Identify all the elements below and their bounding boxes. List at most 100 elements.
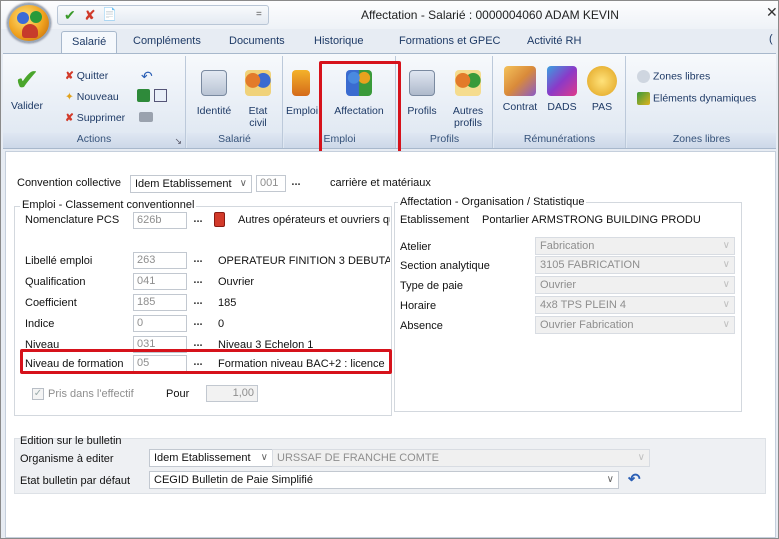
type-paie-label: Type de paie xyxy=(400,280,463,292)
zones-icon xyxy=(637,70,650,83)
profils-button[interactable]: Profils xyxy=(403,70,441,117)
edition-groupbox-title: Edition sur le bulletin xyxy=(20,435,122,447)
valider-button[interactable]: ✔ Valider xyxy=(7,66,47,113)
libelle-emploi-code[interactable]: 263 xyxy=(133,252,187,269)
close-button[interactable]: ✕ xyxy=(766,4,778,21)
pris-effectif-label: Pris dans l'effectif xyxy=(48,388,134,400)
undo-icon[interactable]: ↶ xyxy=(141,68,153,85)
validate-check-icon[interactable]: ✔ xyxy=(64,7,76,24)
highlight-niveau-formation xyxy=(20,349,392,374)
etat-civil-button[interactable]: Etat civil xyxy=(239,70,277,129)
horaire-label: Horaire xyxy=(400,300,437,312)
pcs-label: Nomenclature PCS xyxy=(25,214,120,226)
chevron-down-icon: ∨ xyxy=(722,240,730,251)
dads-button[interactable]: DADS xyxy=(544,66,580,113)
group-salarie: Identité Etat civil Salarié xyxy=(187,56,283,148)
eraser-icon[interactable] xyxy=(139,112,153,122)
cancel-x-icon[interactable]: ✘ xyxy=(84,7,96,24)
group-label-actions: Actions xyxy=(3,133,185,148)
chevron-down-icon: ∨ xyxy=(722,259,730,270)
table-icon[interactable] xyxy=(154,89,167,102)
pcs-code-field[interactable]: 626b xyxy=(133,212,187,229)
red-book-icon[interactable] xyxy=(214,212,225,227)
section-analytique-label: Section analytique xyxy=(400,260,490,272)
contrat-button[interactable]: Contrat xyxy=(500,66,540,113)
coins-icon xyxy=(587,66,617,96)
person-icon-blue xyxy=(17,12,29,24)
organisme-select[interactable]: Idem Etablissement ∨ xyxy=(149,449,273,467)
etablissement-label: Etablissement xyxy=(400,214,470,226)
convention-lookup-button[interactable]: ... xyxy=(288,176,304,193)
qat-dropdown-arrow[interactable]: = xyxy=(256,9,262,20)
section-analytique-select[interactable]: 3105 FABRICATION ∨ xyxy=(535,256,735,274)
tab-historique[interactable]: Historique xyxy=(314,35,364,47)
absence-label: Absence xyxy=(400,320,443,332)
elements-dynamiques-button[interactable]: Eléments dynamiques xyxy=(637,92,756,105)
id-card-icon xyxy=(201,70,227,96)
profile-card-icon xyxy=(409,70,435,96)
pour-label: Pour xyxy=(166,388,190,400)
group-profiles-icon xyxy=(455,70,481,96)
indice-lookup[interactable]: ... xyxy=(190,316,206,333)
etat-bulletin-select[interactable]: CEGID Bulletin de Paie Simplifié ∨ xyxy=(149,471,619,489)
convention-select[interactable]: Idem Etablissement ∨ xyxy=(130,175,252,193)
chevron-down-icon: ∨ xyxy=(239,178,247,189)
dialog-launcher-icon[interactable]: ↘ xyxy=(174,136,182,147)
application-window: ✔ ✘ 📄 = Affectation - Salarié : 00000040… xyxy=(0,0,779,539)
pcs-lookup-button[interactable]: ... xyxy=(190,213,206,230)
tab-formations-gpec[interactable]: Formations et GPEC xyxy=(399,35,500,47)
title-bar: ✔ ✘ 📄 = Affectation - Salarié : 00000040… xyxy=(1,1,778,29)
supprimer-button[interactable]: ✘ Supprimer xyxy=(65,112,125,124)
pour-field[interactable]: 1,00 xyxy=(206,385,258,402)
group-label-salarie: Salarié xyxy=(187,133,282,148)
indice-code[interactable]: 0 xyxy=(133,315,187,332)
chevron-down-icon: ∨ xyxy=(722,299,730,310)
coefficient-lookup[interactable]: ... xyxy=(190,295,206,312)
dads-cube-icon xyxy=(547,66,577,96)
new-document-icon[interactable]: 📄 xyxy=(102,7,117,21)
identite-button[interactable]: Identité xyxy=(195,70,233,117)
qualification-lookup[interactable]: ... xyxy=(190,274,206,291)
etablissement-value: Pontarlier ARMSTRONG BUILDING PRODU xyxy=(482,214,701,226)
dynamic-elements-icon xyxy=(637,92,650,105)
quitter-button[interactable]: ✘ Quitter xyxy=(65,70,108,82)
indice-desc: 0 xyxy=(218,318,225,330)
coefficient-desc: 185 xyxy=(218,297,237,309)
quick-access-toolbar: ✔ ✘ 📄 = xyxy=(57,5,269,25)
nouveau-button[interactable]: ✦ Nouveau xyxy=(65,91,119,103)
tab-documents[interactable]: Documents xyxy=(229,35,285,47)
zones-libres-button[interactable]: Zones libres xyxy=(637,70,710,83)
refresh-arrow-icon[interactable]: ↶ xyxy=(628,470,641,488)
person-icon-green xyxy=(30,11,42,23)
pas-button[interactable]: PAS xyxy=(584,66,620,113)
highlight-emploi-group xyxy=(319,61,401,154)
autres-profils-button[interactable]: Autres profils xyxy=(447,70,489,129)
libelle-emploi-desc: OPERATEUR FINITION 3 DEBUTAN xyxy=(218,255,390,267)
type-paie-select[interactable]: Ouvrier ∨ xyxy=(535,276,735,294)
urssaf-select[interactable]: URSSAF DE FRANCHE COMTE ∨ xyxy=(272,449,650,467)
help-icon[interactable]: ( xyxy=(769,33,773,45)
convention-code-field[interactable]: 001 xyxy=(256,175,286,192)
chevron-down-icon: ∨ xyxy=(260,452,268,463)
indice-label: Indice xyxy=(25,318,55,330)
qualification-code[interactable]: 041 xyxy=(133,273,187,290)
tab-complements[interactable]: Compléments xyxy=(133,35,201,47)
atelier-label: Atelier xyxy=(400,241,432,253)
horaire-select[interactable]: 4x8 TPS PLEIN 4 ∨ xyxy=(535,296,735,314)
absence-select[interactable]: Ouvrier Fabrication ∨ xyxy=(535,316,735,334)
family-icon xyxy=(245,70,271,96)
chevron-down-icon: ∨ xyxy=(637,452,645,463)
tab-salarie[interactable]: Salarié xyxy=(61,31,118,53)
group-zones-libres: Zones libres Eléments dynamiques Zones l… xyxy=(627,56,776,148)
excel-icon[interactable] xyxy=(137,89,150,102)
libelle-emploi-lookup[interactable]: ... xyxy=(190,253,206,270)
emploi-groupbox-title: Emploi - Classement conventionnel xyxy=(20,199,197,211)
coefficient-code[interactable]: 185 xyxy=(133,294,187,311)
emploi-button[interactable]: Emploi xyxy=(286,70,318,117)
organisme-label: Organisme à editer xyxy=(20,453,114,465)
tab-activite-rh[interactable]: Activité RH xyxy=(527,35,581,47)
qualification-label: Qualification xyxy=(25,276,86,288)
atelier-select[interactable]: Fabrication ∨ xyxy=(535,237,735,255)
pris-effectif-checkbox[interactable]: ✓ xyxy=(32,388,44,400)
chevron-down-icon: ∨ xyxy=(722,319,730,330)
